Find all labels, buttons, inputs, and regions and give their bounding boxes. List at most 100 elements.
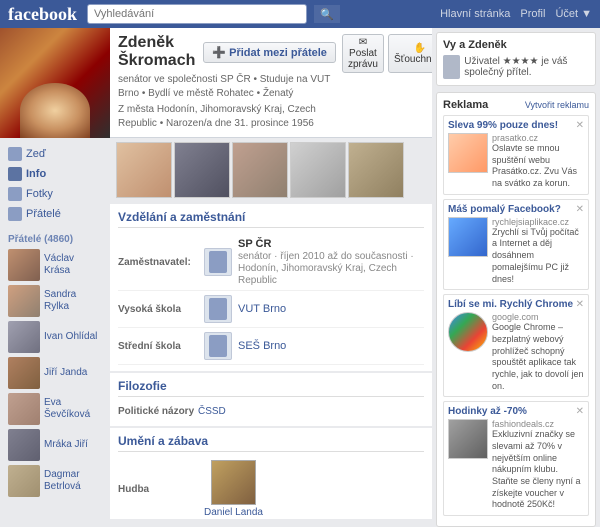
close-ad-2[interactable]: ✕	[576, 299, 584, 310]
list-item: Eva Ševčíková	[0, 391, 110, 427]
center-content: Zdeněk Škromach ➕ Přidat mezi přátele se…	[110, 28, 432, 519]
profile-meta-line1: senátor ve společnosti SP ČR • Studuje n…	[118, 73, 336, 101]
cover-thumb-4[interactable]	[290, 142, 346, 198]
close-ad-0[interactable]: ✕	[576, 120, 584, 131]
ad-title-2[interactable]: Líbí se mi. Rychlý Chrome	[448, 299, 584, 310]
wall-icon	[8, 147, 22, 161]
profile-picture	[0, 28, 110, 138]
list-item: ✕ Sleva 99% pouze dnes! prasatko.cz Osla…	[443, 115, 589, 195]
friend-name[interactable]: Jiří Janda	[44, 367, 87, 379]
left-sidebar: Zeď Info Fotky Přátelé Přátelé (4860) Vá…	[0, 28, 110, 519]
ad-text-area-2: google.com Google Chrome – bezplatný web…	[492, 312, 584, 392]
ads-list: ✕ Sleva 99% pouze dnes! prasatko.cz Osla…	[443, 115, 589, 516]
sidebar-item-friends[interactable]: Přátelé	[8, 204, 102, 224]
friend-thumb	[8, 249, 40, 281]
main-layout: Zeď Info Fotky Přátelé Přátelé (4860) Vá…	[0, 28, 600, 519]
sidebar-item-photos[interactable]: Fotky	[8, 184, 102, 204]
facebook-logo: facebook	[8, 4, 77, 25]
ad-text-1: Zrychlí si Tvůj počítač a Internet a děj…	[492, 227, 584, 285]
education-title: Vzdělání a zaměstnání	[118, 210, 424, 228]
friends-icon	[8, 207, 22, 221]
cover-thumb-5[interactable]	[348, 142, 404, 198]
employer-label: Zaměstnavatel:	[118, 257, 198, 268]
ad-domain-1: rychlejsiaplikace.cz	[492, 217, 584, 227]
employer-name[interactable]: SP ČR	[238, 238, 271, 250]
ad-title-1[interactable]: Máš pomalý Facebook?	[448, 204, 584, 215]
nav-profile[interactable]: Profil	[520, 8, 545, 20]
close-ad-1[interactable]: ✕	[576, 204, 584, 215]
sidebar-item-info[interactable]: Info	[8, 164, 102, 184]
search-input[interactable]	[87, 4, 307, 24]
right-sidebar: Vy a Zdeněk Uživatel ★★★★ je váš společn…	[432, 28, 600, 519]
profile-pic-placeholder	[0, 28, 110, 138]
poke-button[interactable]: ✋ Šťouchnout	[388, 34, 432, 73]
ads-header: Reklama Vytvořit reklamu	[443, 99, 589, 111]
sidebar-info-label: Info	[26, 168, 46, 180]
ad-domain-2: google.com	[492, 312, 584, 322]
list-item: Mráka Jiří	[0, 427, 110, 463]
music-name-1[interactable]: Daniel Landa	[204, 507, 263, 518]
ad-image-3[interactable]	[448, 419, 488, 459]
add-friend-button[interactable]: ➕ Přidat mezi přátele	[203, 42, 336, 63]
info-icon	[8, 167, 22, 181]
send-message-button[interactable]: ✉ Poslat zprávu	[342, 34, 384, 73]
ad-image-1[interactable]	[448, 217, 488, 257]
employer-value: SP ČR senátor · říjen 2010 až do současn…	[238, 238, 424, 286]
close-ad-3[interactable]: ✕	[576, 406, 584, 417]
create-ad-link[interactable]: Vytvořit reklamu	[525, 100, 589, 110]
ads-title: Reklama	[443, 99, 488, 111]
cover-thumb-1[interactable]	[116, 142, 172, 198]
arts-music-row: Hudba Daniel Landa	[118, 458, 424, 519]
list-item: Sandra Rylka	[0, 283, 110, 319]
ad-image-2[interactable]	[448, 312, 488, 352]
friend-thumb	[8, 465, 40, 497]
ad-text-area-1: rychlejsiaplikace.cz Zrychlí si Tvůj poč…	[492, 217, 584, 285]
nav-links: Hlavní stránka Profil Účet ▼	[440, 8, 592, 20]
friend-name[interactable]: Mráka Jiří	[44, 439, 88, 451]
midschool-label: Střední škola	[118, 341, 198, 352]
midschool-name[interactable]: SEŠ Brno	[238, 340, 286, 352]
highschool-name[interactable]: VUT Brno	[238, 303, 286, 315]
vy-a-zdenek-text: Uživatel ★★★★ je váš společný přítel.	[464, 56, 589, 78]
friend-name[interactable]: Ivan Ohlídal	[44, 331, 97, 343]
nav-account[interactable]: Účet ▼	[555, 8, 592, 20]
ad-title-3[interactable]: Hodinky až -70%	[448, 406, 584, 417]
music-thumb-1[interactable]	[211, 460, 256, 505]
vy-a-zdenek-box: Vy a Zdeněk Uživatel ★★★★ je váš společn…	[436, 32, 596, 86]
ad-body-0: prasatko.cz Oslavte se mnou spuštění web…	[448, 133, 584, 190]
photos-icon	[8, 187, 22, 201]
arts-section: Umění a zábava Hudba Daniel Landa	[110, 428, 432, 519]
ad-body-1: rychlejsiaplikace.cz Zrychlí si Tvůj poč…	[448, 217, 584, 285]
search-button[interactable]: 🔍	[313, 4, 341, 24]
friend-name[interactable]: Dagmar Betrlová	[44, 469, 102, 493]
ad-title-0[interactable]: Sleva 99% pouze dnes!	[448, 120, 584, 131]
friend-name[interactable]: Václav Krása	[44, 253, 102, 277]
sidebar-photos-label: Fotky	[26, 188, 53, 200]
filosofie-label: Politické názory	[118, 406, 198, 417]
left-navigation: Zeď Info Fotky Přátelé	[0, 138, 110, 230]
profile-action-buttons: ✉ Poslat zprávu ✋ Šťouchnout	[342, 34, 432, 73]
cover-thumb-2[interactable]	[174, 142, 230, 198]
cover-thumb-3[interactable]	[232, 142, 288, 198]
midschool-row: Střední škola SEŠ Brno	[118, 328, 424, 365]
friend-name[interactable]: Sandra Rylka	[44, 289, 102, 313]
ad-image-0[interactable]	[448, 133, 488, 173]
profile-header-info: Zdeněk Škromach ➕ Přidat mezi přátele se…	[118, 34, 336, 131]
friends-section-title: Přátelé (4860)	[0, 230, 110, 247]
friend-thumb	[8, 321, 40, 353]
music-item-1: Daniel Landa	[204, 460, 263, 518]
friend-thumb	[8, 357, 40, 389]
vy-a-zdenek-title: Vy a Zdeněk	[443, 39, 589, 51]
sidebar-item-wall[interactable]: Zeď	[8, 144, 102, 164]
nav-home[interactable]: Hlavní stránka	[440, 8, 510, 20]
midschool-icon	[204, 332, 232, 360]
profile-header: Zdeněk Škromach ➕ Přidat mezi přátele se…	[110, 28, 432, 138]
music-label: Hudba	[118, 484, 198, 495]
list-item: Jiří Janda	[0, 355, 110, 391]
friend-name[interactable]: Eva Ševčíková	[44, 397, 102, 421]
ad-text-area-0: prasatko.cz Oslavte se mnou spuštění web…	[492, 133, 584, 190]
ad-text-area-3: fashiondeals.cz Exkluzivní značky se sle…	[492, 419, 584, 511]
list-item: ✕ Hodinky až -70% fashiondeals.cz Exkluz…	[443, 401, 589, 516]
arts-title: Umění a zábava	[118, 434, 424, 452]
filosofie-value[interactable]: ČSSD	[198, 406, 226, 417]
